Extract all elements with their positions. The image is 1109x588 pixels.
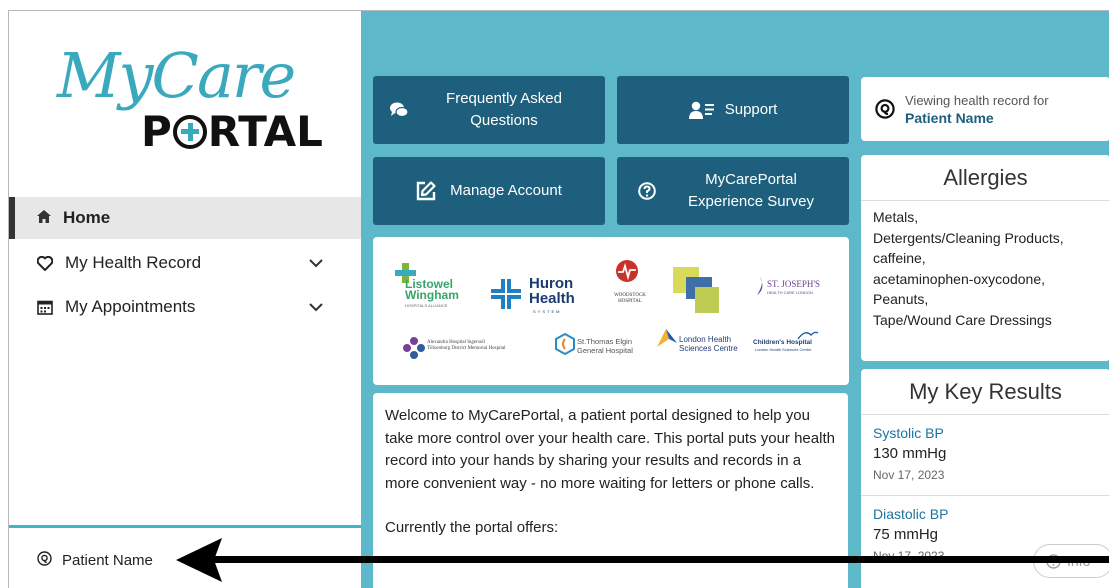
viewing-record-card: Viewing health record for Patient Name <box>861 77 1109 141</box>
question-circle-icon <box>623 182 671 200</box>
allergy-item: Peanuts, <box>873 291 929 307</box>
key-results-title: My Key Results <box>861 369 1109 415</box>
home-icon <box>37 210 51 226</box>
support-user-icon <box>688 101 715 119</box>
allergy-item: Detergents/Cleaning Products, <box>873 229 1064 246</box>
support-tile[interactable]: Support <box>617 76 849 144</box>
sidebar-user-link[interactable]: Patient Name <box>37 551 153 570</box>
result-value: 130 mmHg <box>873 445 947 462</box>
info-button-label: Info <box>1067 553 1091 569</box>
allergy-item: acetaminophen-oxycodone, <box>873 270 1046 287</box>
result-name[interactable]: Systolic BP <box>873 423 1098 443</box>
welcome-card: Welcome to MyCarePortal, a patient porta… <box>373 393 848 588</box>
info-button[interactable]: Info <box>1033 544 1109 578</box>
edit-square-icon <box>416 181 436 201</box>
allergy-item: caffeine, <box>873 250 926 266</box>
allergy-item: Tape/Wound Care Dressings <box>873 311 1052 328</box>
chevron-down-icon[interactable] <box>307 298 325 316</box>
sidebar-item-my-health-record[interactable]: My Health Record <box>9 243 361 283</box>
regional-hospital-logo <box>673 267 721 320</box>
faq-tile-label: Frequently Asked Questions <box>446 90 562 129</box>
manage-account-tile[interactable]: Manage Account <box>373 157 605 225</box>
sidebar-divider <box>9 525 361 528</box>
chat-bubbles-icon <box>377 101 421 119</box>
mycareportal-logo[interactable]: MyCare P RTAL <box>9 11 361 196</box>
app-frame: MyCare P RTAL Home My Health Record My Ap… <box>8 10 1109 588</box>
result-name[interactable]: Diastolic BP <box>873 504 1098 524</box>
question-circle-icon <box>1046 553 1061 569</box>
result-item-systolic[interactable]: Systolic BP 130 mmHg Nov 17, 2023 <box>861 415 1109 496</box>
hospital-partners-card: Listowel Wingham HOSPITALS ALLIANCE Huron… <box>373 237 849 385</box>
sidebar-user-name: Patient Name <box>62 552 153 569</box>
portal-offers-heading: Currently the portal offers: <box>385 519 559 537</box>
result-date: Nov 17, 2023 <box>873 468 945 482</box>
allergy-item: Metals, <box>873 209 919 225</box>
logo-cross-icon <box>172 115 207 149</box>
calendar-icon <box>37 299 53 315</box>
faq-tile[interactable]: Frequently Asked Questions <box>373 76 605 144</box>
sidebar-item-label: Home <box>63 208 111 227</box>
patient-name: Patient Name <box>905 109 994 126</box>
viewing-record-label: Viewing health record for <box>905 92 1049 108</box>
experience-survey-label: MyCarePortal Experience Survey <box>688 171 814 210</box>
allergies-title: Allergies <box>861 155 1109 201</box>
sidebar-item-label: My Health Record <box>65 253 202 272</box>
sidebar-item-label: My Appointments <box>65 297 196 316</box>
chevron-down-icon[interactable] <box>307 254 325 272</box>
main-content: Frequently Asked Questions Support Manag… <box>361 11 1109 588</box>
logo-mycare-text: MyCare <box>57 39 296 112</box>
logo-portal-text: P RTAL <box>141 107 323 156</box>
manage-account-label: Manage Account <box>450 182 562 199</box>
welcome-text: Welcome to MyCarePortal, a patient porta… <box>385 407 835 492</box>
sidebar-item-my-appointments[interactable]: My Appointments <box>9 287 361 327</box>
user-circle-icon <box>37 551 52 570</box>
experience-survey-tile[interactable]: MyCarePortal Experience Survey <box>617 157 849 225</box>
user-circle-icon <box>875 99 895 119</box>
support-tile-label: Support <box>724 101 778 118</box>
allergies-list: Metals, Detergents/Cleaning Products, ca… <box>861 201 1109 336</box>
heart-icon <box>37 255 53 271</box>
sidebar: MyCare P RTAL Home My Health Record My Ap… <box>9 11 361 588</box>
result-value: 75 mmHg <box>873 526 939 543</box>
allergies-card: Allergies Metals, Detergents/Cleaning Pr… <box>861 155 1109 361</box>
sidebar-item-home[interactable]: Home <box>9 197 361 239</box>
